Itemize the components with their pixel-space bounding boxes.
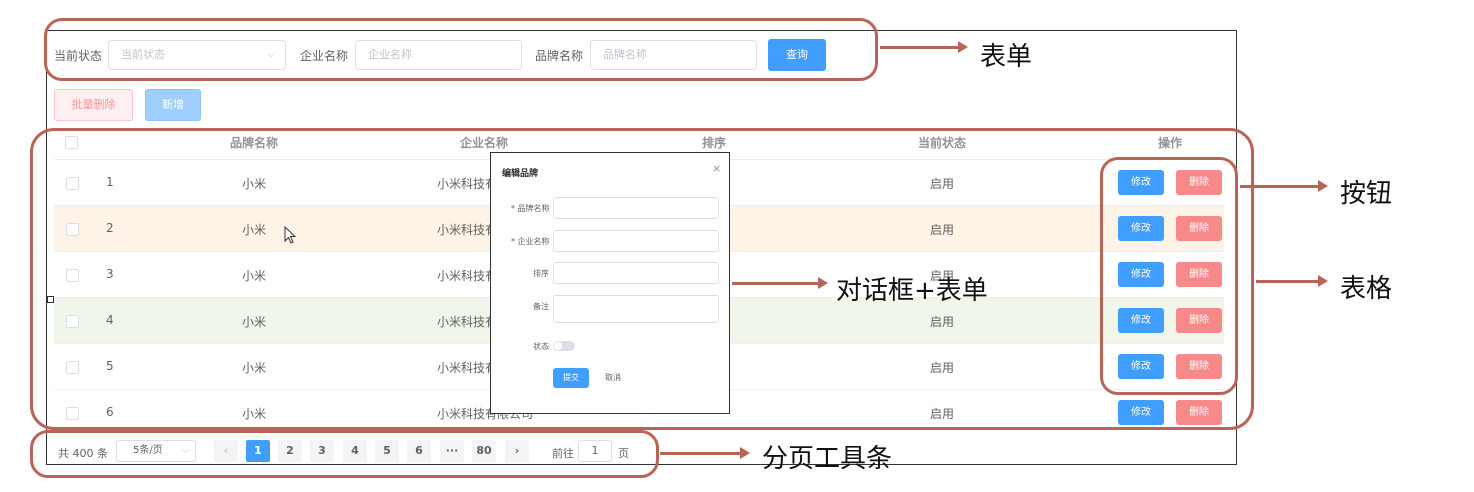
pagination-arrow [660, 447, 750, 459]
form-highlight [44, 18, 878, 81]
table-arrow [1256, 275, 1328, 287]
add-button[interactable]: 新增 [145, 89, 201, 121]
buttons-annotation: 按钮 [1340, 179, 1393, 209]
pagination-annotation: 分页工具条 [762, 444, 893, 474]
dialog-form-annotation: 对话框+表单 [836, 276, 988, 306]
table-annotation: 表格 [1340, 274, 1393, 304]
form-annotation: 表单 [980, 42, 1033, 72]
table-highlight [30, 128, 1254, 430]
buttons-arrow [1240, 180, 1328, 192]
batch-delete-button[interactable]: 批量删除 [54, 89, 133, 121]
form-arrow [880, 41, 968, 53]
dialog-arrow [732, 277, 828, 289]
pagination-highlight [30, 430, 659, 478]
buttons-highlight [1100, 157, 1238, 395]
